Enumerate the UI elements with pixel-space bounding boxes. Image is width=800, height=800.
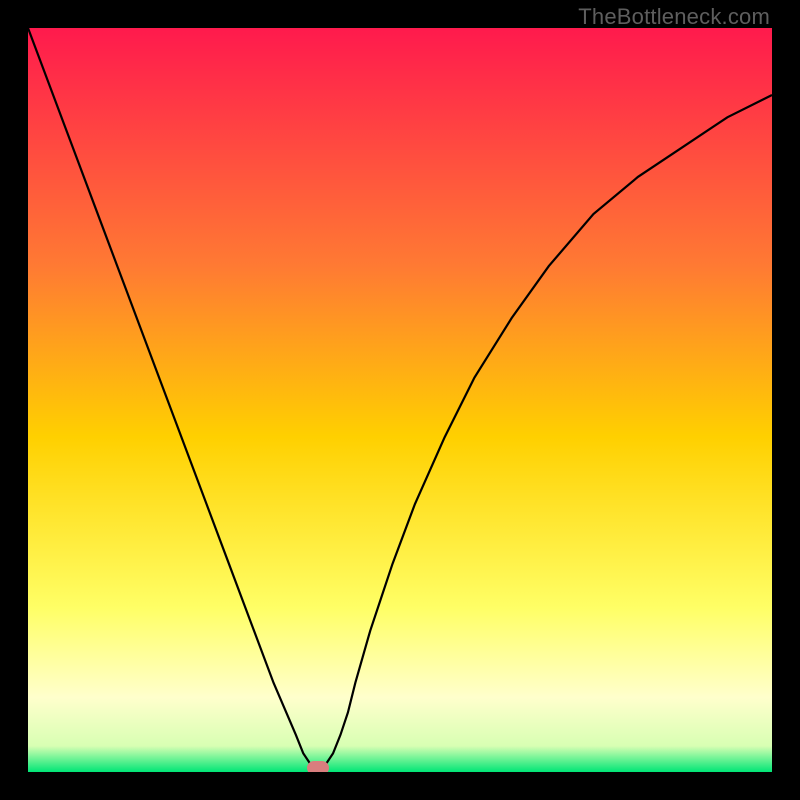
bottleneck-curve <box>28 28 772 772</box>
plot-area <box>28 28 772 772</box>
watermark-text: TheBottleneck.com <box>578 4 770 30</box>
optimum-marker <box>307 761 329 772</box>
